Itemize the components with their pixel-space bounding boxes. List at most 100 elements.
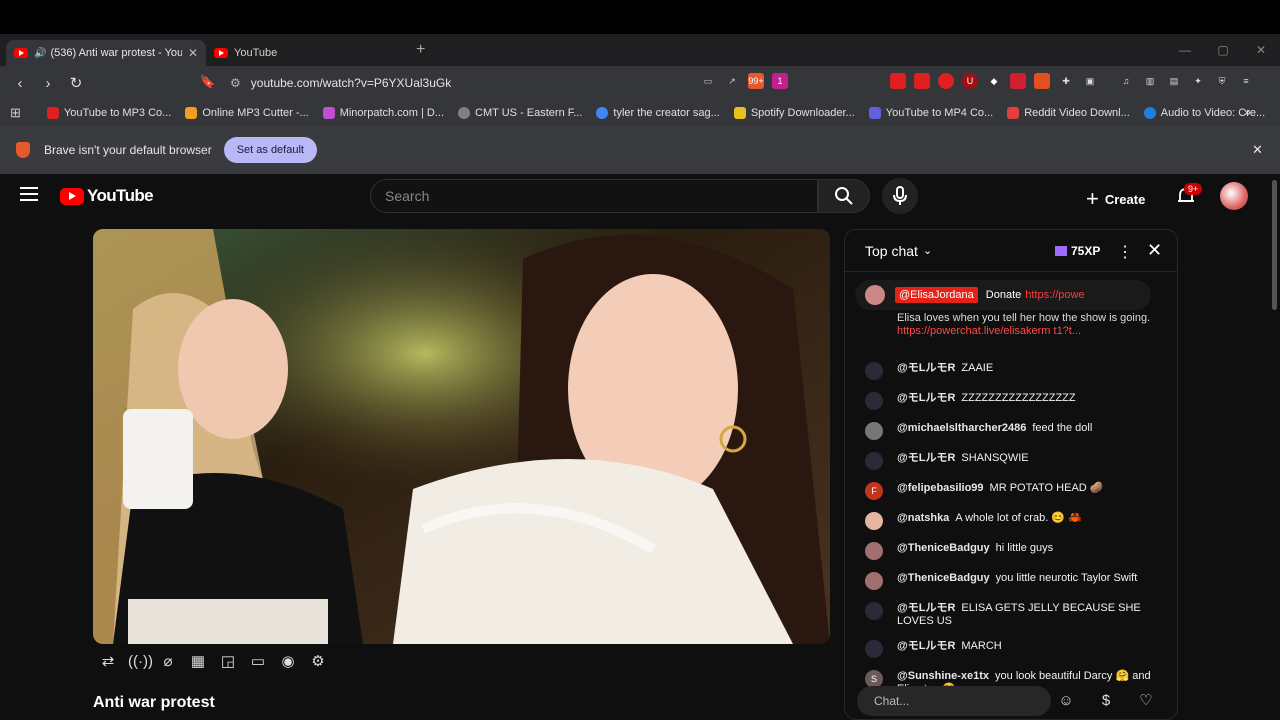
- ublock-icon[interactable]: U: [962, 73, 978, 89]
- back-icon[interactable]: ‹: [8, 75, 32, 92]
- loop-icon[interactable]: ⇄: [98, 652, 118, 672]
- message-author[interactable]: @TheniceBadguy: [897, 542, 990, 554]
- screenshot-icon[interactable]: ▣: [1082, 73, 1098, 89]
- cinema-icon[interactable]: ▦: [188, 652, 208, 672]
- bookmark-item[interactable]: tyler the creator sag...: [596, 107, 720, 119]
- share-icon[interactable]: ↗: [724, 73, 740, 89]
- chat-input[interactable]: Chat...: [857, 686, 1051, 716]
- avatar[interactable]: [865, 392, 883, 410]
- page-scrollbar[interactable]: [1272, 180, 1277, 310]
- hamburger-menu-icon[interactable]: [20, 187, 38, 205]
- vpn-icon[interactable]: ⛨: [1214, 73, 1230, 89]
- avatar[interactable]: [865, 640, 883, 658]
- cast-icon[interactable]: ▭: [700, 73, 716, 89]
- pip-icon[interactable]: ◲: [218, 652, 238, 672]
- url-field[interactable]: ⚙ youtube.com/watch?v=P6YXUal3uGk: [222, 70, 742, 96]
- video-player[interactable]: [93, 229, 830, 644]
- settings-gear-icon[interactable]: ⚙: [308, 652, 328, 672]
- site-info-icon[interactable]: ⚙: [230, 76, 241, 90]
- reload-icon[interactable]: ↻: [64, 74, 88, 92]
- youtube-favicon-icon: [14, 48, 28, 58]
- avatar[interactable]: [865, 422, 883, 440]
- bookmark-item[interactable]: Minorpatch.com | D...: [322, 107, 444, 119]
- bookmark-icon[interactable]: 🔖: [196, 74, 220, 90]
- message-author[interactable]: @モLルモR: [897, 640, 955, 652]
- bookmark-item[interactable]: Spotify Downloader...: [733, 107, 855, 119]
- brave-rewards-icon[interactable]: 1: [772, 73, 788, 89]
- media-ext-icon[interactable]: [1034, 73, 1050, 89]
- message-author[interactable]: @モLルモR: [897, 452, 955, 464]
- wallet-icon[interactable]: ▤: [1166, 73, 1182, 89]
- message-author[interactable]: @felipebasilio99: [897, 482, 984, 494]
- avatar[interactable]: [865, 572, 883, 590]
- chat-mode-selector[interactable]: Top chat: [865, 243, 918, 259]
- avatar[interactable]: F: [865, 482, 883, 500]
- bookmark-item[interactable]: YouTube to MP4 Co...: [868, 107, 993, 119]
- message-author[interactable]: @モLルモR: [897, 602, 955, 614]
- message-text: you little neurotic Taylor Swift: [995, 572, 1138, 584]
- pinned-message[interactable]: @ElisaJordana Donate https://powe: [855, 280, 1151, 310]
- set-default-button[interactable]: Set as default: [223, 137, 317, 163]
- close-chat-icon[interactable]: ✕: [1147, 240, 1162, 261]
- avatar[interactable]: [865, 602, 883, 620]
- minimize-icon[interactable]: —: [1166, 34, 1204, 66]
- super-chat-icon[interactable]: $: [1095, 690, 1117, 712]
- message-author[interactable]: @モLルモR: [897, 392, 955, 404]
- ambient-icon[interactable]: ⌀: [158, 652, 178, 672]
- diamond-ext-icon[interactable]: ◆: [986, 73, 1002, 89]
- media-control-icon[interactable]: ♫: [1118, 73, 1134, 89]
- apps-grid-icon[interactable]: ⊞: [10, 105, 21, 121]
- message-text: MR POTATO HEAD 🥔: [989, 482, 1104, 494]
- account-avatar[interactable]: [1220, 182, 1248, 210]
- dropper-ext-icon[interactable]: [1010, 73, 1026, 89]
- brave-shield-icon[interactable]: 99+: [748, 73, 764, 89]
- tab-youtube[interactable]: YouTube: [206, 40, 406, 66]
- avatar[interactable]: [865, 362, 883, 380]
- pinned-link[interactable]: https://powe: [1025, 289, 1084, 301]
- avatar[interactable]: [865, 512, 883, 530]
- search-button[interactable]: [818, 179, 870, 213]
- close-window-icon[interactable]: ✕: [1242, 34, 1280, 66]
- sidebar-icon[interactable]: ▥: [1142, 73, 1158, 89]
- more-options-icon[interactable]: ⋮: [1117, 242, 1133, 262]
- chevron-down-icon[interactable]: ⌄: [923, 244, 932, 257]
- create-button[interactable]: + Create: [1086, 186, 1145, 212]
- message-author[interactable]: @michaelsltharcher2486: [897, 422, 1026, 434]
- youtube-ext-icon[interactable]: [890, 73, 906, 89]
- audio-icon[interactable]: ((·)): [128, 652, 153, 672]
- message-author[interactable]: @モLルモR: [897, 362, 955, 374]
- play-ext-icon[interactable]: [938, 73, 954, 89]
- message-author[interactable]: @TheniceBadguy: [897, 572, 990, 584]
- more-bookmarks-icon[interactable]: »: [1244, 105, 1251, 119]
- close-tab-icon[interactable]: ✕: [188, 46, 198, 60]
- menu-icon[interactable]: ≡: [1238, 73, 1254, 89]
- close-infobar-icon[interactable]: ✕: [1252, 142, 1263, 158]
- partial-link[interactable]: https://powerchat.live/elisakerm t1?t...: [897, 325, 1081, 337]
- bookmark-item[interactable]: Online MP3 Cutter -...: [185, 107, 309, 119]
- message-author[interactable]: @Sunshine-xe1tx: [897, 670, 989, 682]
- chat-message: @モLルモR ZAAIE: [845, 356, 1175, 386]
- avatar[interactable]: [865, 542, 883, 560]
- xp-badge[interactable]: 75XP: [1055, 244, 1100, 258]
- theater-icon[interactable]: ▭: [248, 652, 268, 672]
- avatar[interactable]: [865, 452, 883, 470]
- screenshot-camera-icon[interactable]: ◉: [278, 652, 298, 672]
- brave-logo-icon: [16, 142, 30, 158]
- bookmark-item[interactable]: Reddit Video Downl...: [1007, 107, 1130, 119]
- youtube-favicon-icon: [214, 48, 228, 58]
- emoji-icon[interactable]: ☺: [1055, 690, 1077, 712]
- puzzle-icon[interactable]: ✚: [1058, 73, 1074, 89]
- bookmark-item[interactable]: CMT US - Eastern F...: [458, 107, 582, 119]
- search-input[interactable]: Search: [370, 179, 818, 213]
- video-ext-icon[interactable]: [914, 73, 930, 89]
- heart-icon[interactable]: ♡: [1135, 690, 1157, 712]
- tab-active[interactable]: 🔊 (536) Anti war protest - YouTu ✕: [6, 40, 206, 66]
- maximize-icon[interactable]: ▢: [1204, 34, 1242, 66]
- voice-search-button[interactable]: [882, 178, 918, 214]
- leo-ai-icon[interactable]: ✦: [1190, 73, 1206, 89]
- bookmark-item[interactable]: YouTube to MP3 Co...: [46, 107, 171, 119]
- youtube-logo[interactable]: YouTube: [60, 186, 154, 206]
- new-tab-button[interactable]: +: [416, 41, 425, 59]
- forward-icon[interactable]: ›: [36, 75, 60, 92]
- message-author[interactable]: @natshka: [897, 512, 949, 524]
